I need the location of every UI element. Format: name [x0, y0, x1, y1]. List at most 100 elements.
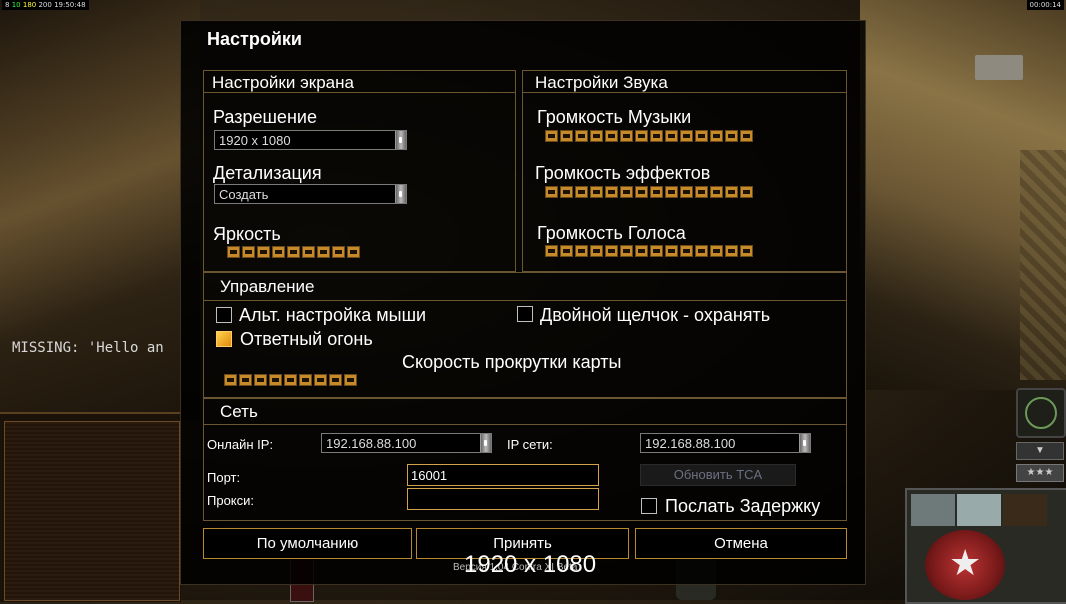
slider-segment[interactable] [680, 130, 693, 142]
music-volume-slider[interactable] [545, 130, 753, 144]
slider-segment[interactable] [590, 245, 603, 257]
slider-segment[interactable] [725, 245, 738, 257]
slider-segment[interactable] [710, 245, 723, 257]
slider-segment[interactable] [269, 374, 282, 386]
scroll-speed-label: Скорость прокрутки карты [402, 352, 622, 372]
slider-segment[interactable] [314, 374, 327, 386]
slider-segment[interactable] [695, 245, 708, 257]
proxy-input[interactable] [407, 488, 599, 510]
controls-title: Управление [220, 277, 315, 296]
radar-screen[interactable] [4, 421, 180, 601]
unit-portrait[interactable] [1003, 494, 1047, 526]
resolution-select[interactable]: 1920 x 1080 [214, 130, 407, 150]
slider-segment[interactable] [650, 186, 663, 198]
slider-segment[interactable] [302, 246, 315, 258]
unit-portrait[interactable] [957, 494, 1001, 526]
slider-segment[interactable] [575, 130, 588, 142]
slider-segment[interactable] [665, 186, 678, 198]
slider-segment[interactable] [329, 374, 342, 386]
slider-segment[interactable] [239, 374, 252, 386]
slider-segment[interactable] [635, 130, 648, 142]
slider-segment[interactable] [710, 130, 723, 142]
status-green-value: 10 [11, 1, 21, 9]
slider-segment[interactable] [725, 186, 738, 198]
slider-segment[interactable] [650, 245, 663, 257]
slider-segment[interactable] [635, 186, 648, 198]
slider-segment[interactable] [665, 130, 678, 142]
slider-segment[interactable] [575, 245, 588, 257]
online-ip-select[interactable]: 192.168.88.100 [321, 433, 492, 453]
return-fire-checkbox[interactable] [216, 331, 232, 347]
slider-segment[interactable] [347, 246, 360, 258]
slider-segment[interactable] [590, 130, 603, 142]
port-value: 16001 [411, 468, 448, 483]
slider-segment[interactable] [560, 245, 573, 257]
terrain-left [0, 0, 200, 420]
slider-segment[interactable] [242, 246, 255, 258]
missing-string-text: MISSING: 'Hello an [12, 340, 164, 356]
slider-segment[interactable] [227, 246, 240, 258]
slider-segment[interactable] [650, 130, 663, 142]
slider-segment[interactable] [710, 186, 723, 198]
slider-segment[interactable] [299, 374, 312, 386]
cancel-button[interactable]: Отмена [635, 528, 847, 559]
slider-segment[interactable] [635, 245, 648, 257]
scroll-arrow-icon[interactable] [480, 434, 491, 452]
slider-segment[interactable] [725, 130, 738, 142]
slider-segment[interactable] [560, 186, 573, 198]
slider-segment[interactable] [590, 186, 603, 198]
send-delay-checkbox[interactable] [641, 498, 657, 514]
effects-volume-slider[interactable] [545, 186, 753, 200]
scroll-speed-slider[interactable] [224, 374, 357, 388]
scroll-arrow-icon[interactable] [799, 434, 810, 452]
slider-segment[interactable] [605, 245, 618, 257]
slider-segment[interactable] [545, 245, 558, 257]
lan-ip-select[interactable]: 192.168.88.100 [640, 433, 811, 453]
slider-segment[interactable] [740, 130, 753, 142]
faction-emblem-icon[interactable] [1016, 388, 1066, 438]
slider-segment[interactable] [695, 130, 708, 142]
slider-segment[interactable] [680, 186, 693, 198]
slider-segment[interactable] [620, 130, 633, 142]
slider-segment[interactable] [740, 186, 753, 198]
slider-segment[interactable] [317, 246, 330, 258]
slider-segment[interactable] [605, 186, 618, 198]
rank-stars-icon[interactable]: ★★★ [1016, 464, 1064, 482]
slider-segment[interactable] [287, 246, 300, 258]
brightness-slider[interactable] [227, 246, 360, 260]
slider-segment[interactable] [272, 246, 285, 258]
update-tca-button[interactable]: Обновить TCA [640, 464, 796, 486]
slider-segment[interactable] [620, 186, 633, 198]
dialog-title: Настройки [207, 29, 302, 49]
slider-segment[interactable] [545, 130, 558, 142]
voice-volume-slider[interactable] [545, 245, 753, 259]
slider-segment[interactable] [257, 246, 270, 258]
slider-segment[interactable] [605, 130, 618, 142]
slider-segment[interactable] [332, 246, 345, 258]
detail-select[interactable]: Создать [214, 184, 407, 204]
slider-segment[interactable] [620, 245, 633, 257]
slider-segment[interactable] [344, 374, 357, 386]
slider-segment[interactable] [284, 374, 297, 386]
double-click-guard-checkbox[interactable] [517, 306, 533, 322]
slider-segment[interactable] [665, 245, 678, 257]
network-header: Сеть [204, 399, 846, 425]
slider-segment[interactable] [224, 374, 237, 386]
slider-segment[interactable] [680, 245, 693, 257]
defaults-button[interactable]: По умолчанию [203, 528, 412, 559]
slider-segment[interactable] [740, 245, 753, 257]
slider-segment[interactable] [575, 186, 588, 198]
unit-portrait[interactable] [911, 494, 955, 526]
slider-segment[interactable] [560, 130, 573, 142]
slider-segment[interactable] [695, 186, 708, 198]
alt-mouse-checkbox[interactable] [216, 307, 232, 323]
scroll-arrow-icon[interactable] [395, 131, 406, 149]
scroll-arrow-icon[interactable] [395, 185, 406, 203]
slider-segment[interactable] [254, 374, 267, 386]
slider-segment[interactable] [545, 186, 558, 198]
options-dialog: Настройки Настройки экрана Разрешение 19… [180, 20, 866, 585]
return-fire-label: Ответный огонь [240, 329, 373, 349]
port-input[interactable]: 16001 [407, 464, 599, 486]
radar-panel [0, 412, 181, 602]
chevron-down-icon[interactable]: ▼ [1016, 442, 1064, 460]
